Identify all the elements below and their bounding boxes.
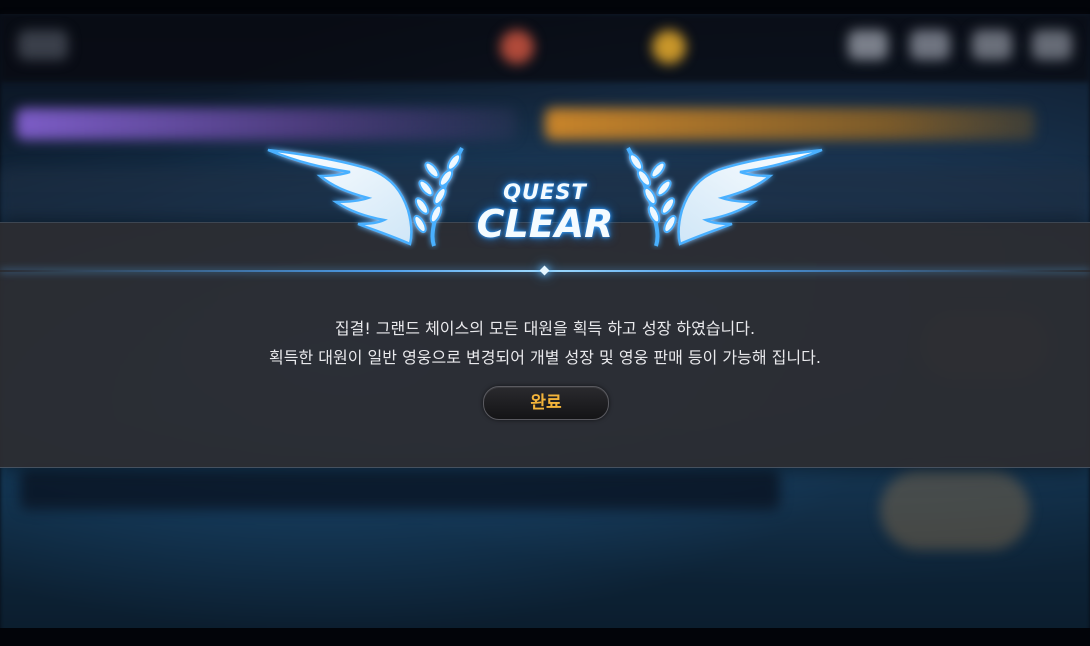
message-line-2: 획득한 대원이 일반 영웅으로 변경되어 개별 성장 및 영웅 판매 등이 가능…: [269, 348, 821, 367]
badge-clear-text: CLEAR: [476, 202, 614, 246]
background-purple-banner: [16, 108, 516, 140]
background-emblem: [880, 470, 1030, 550]
background-currency-icon: [500, 30, 534, 64]
background-mail-icon: [910, 30, 950, 60]
background-gold-icon: [652, 30, 686, 64]
quest-clear-title: QUEST CLEAR: [462, 180, 628, 244]
confirm-button[interactable]: 완료: [483, 386, 609, 420]
background-inventory-icon: [972, 30, 1012, 60]
screen-frame-top: [0, 0, 1090, 14]
message-line-1: 집결! 그랜드 체이스의 모든 대원을 획득 하고 성장 하였습니다.: [334, 319, 756, 338]
wing-laurel-icon: [267, 147, 464, 247]
badge-quest-text: QUEST: [503, 180, 587, 204]
background-settings-icon: [1032, 30, 1072, 60]
quest-clear-badge: QUEST CLEAR: [262, 140, 828, 256]
background-orange-banner: [545, 108, 1035, 140]
background-menu-icon: [848, 30, 888, 60]
background-list-row: [20, 470, 780, 510]
wing-laurel-icon: [626, 147, 823, 247]
background-logo: [18, 30, 68, 60]
quest-clear-message: 집결! 그랜드 체이스의 모든 대원을 획득 하고 성장 하였습니다. 획득한 …: [0, 314, 1090, 372]
screen-frame-bottom: [0, 628, 1090, 646]
